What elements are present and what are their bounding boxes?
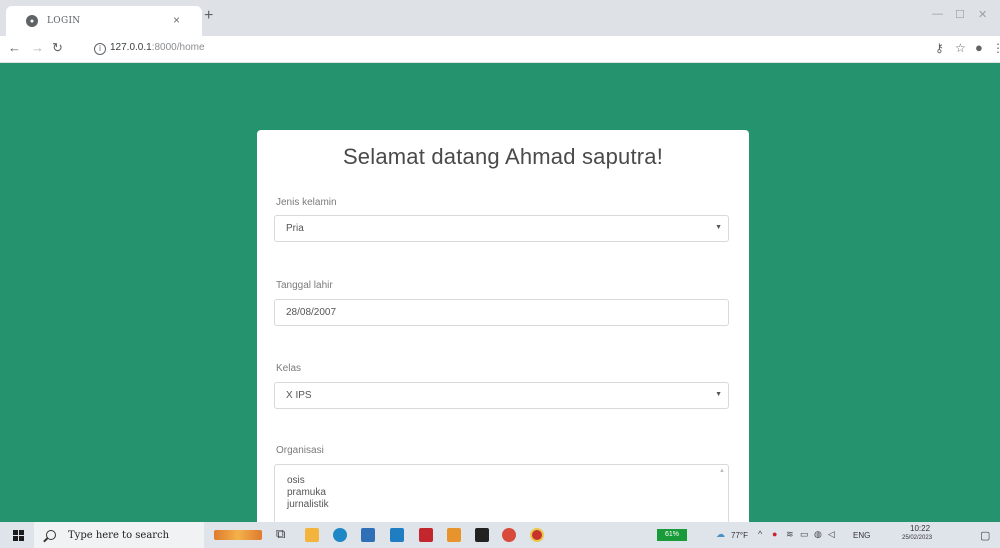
network-icon[interactable]: ≋ <box>786 529 794 540</box>
weather-temp[interactable]: 77°F <box>731 531 748 540</box>
chrome-icon[interactable] <box>502 528 516 542</box>
close-tab-icon[interactable]: × <box>173 13 180 27</box>
cloud-icon: ☁ <box>716 529 725 539</box>
key-icon[interactable]: ⚷ <box>935 41 944 55</box>
birthdate-label: Tanggal lahir <box>276 280 333 291</box>
organization-option[interactable]: pramuka <box>275 487 728 499</box>
url-path: :8000/home <box>151 42 205 53</box>
organization-option[interactable]: osis <box>275 475 728 487</box>
organization-listbox[interactable]: osis pramuka jurnalistik ▲ <box>274 464 729 522</box>
globe-icon: ● <box>26 15 38 27</box>
class-label: Kelas <box>276 363 302 374</box>
class-value: X IPS <box>286 390 312 401</box>
chevron-up-icon[interactable]: ^ <box>758 529 762 539</box>
chevron-down-icon: ▼ <box>715 391 722 398</box>
page-background: Selamat datang Ahmad saputra! Jenis kela… <box>0 63 1000 522</box>
windows-start-icon[interactable] <box>13 530 24 541</box>
new-tab-button[interactable]: + <box>204 8 213 24</box>
minimize-button[interactable]: — <box>932 8 943 20</box>
file-explorer-icon[interactable] <box>305 528 319 542</box>
clock-date[interactable]: 25/02/2023 <box>902 535 932 541</box>
l-app-icon[interactable] <box>390 528 404 542</box>
back-arrow-icon[interactable]: ← <box>8 40 21 56</box>
globe-icon[interactable]: ◍ <box>814 529 822 540</box>
clock-time[interactable]: 10:22 <box>910 524 930 533</box>
info-icon[interactable]: i <box>94 43 106 55</box>
profile-card: Selamat datang Ahmad saputra! Jenis kela… <box>257 130 749 522</box>
address-bar[interactable]: 127.0.0.1:8000/home <box>110 42 205 53</box>
birthdate-input[interactable]: 28/08/2007 <box>274 299 729 326</box>
gender-label: Jenis kelamin <box>276 197 337 208</box>
battery-icon[interactable]: ▭ <box>800 529 809 540</box>
store-icon[interactable] <box>361 528 375 542</box>
task-view-icon[interactable]: ⧉ <box>276 526 285 542</box>
browser-toolbar: ← → ↻ i 127.0.0.1:8000/home ⚷ ☆ ● ⋮ <box>0 36 1000 63</box>
forward-arrow-icon[interactable]: → <box>31 40 44 56</box>
birthdate-value: 28/08/2007 <box>286 307 337 318</box>
battery-indicator: 61% <box>657 529 687 541</box>
language-indicator[interactable]: ENG <box>853 531 870 540</box>
app-icon[interactable] <box>530 528 544 542</box>
windows-taskbar: Type here to search ⧉ 61% ☁ 77°F ^ ● ≋ ▭… <box>0 522 1000 548</box>
volume-icon[interactable]: ◁ <box>828 529 835 540</box>
edge-browser-icon[interactable] <box>333 528 347 542</box>
close-window-button[interactable]: ✕ <box>978 8 987 21</box>
reload-icon[interactable]: ↻ <box>52 40 63 56</box>
scroll-up-icon[interactable]: ▲ <box>719 468 725 474</box>
search-placeholder: Type here to search <box>68 529 170 541</box>
profile-icon[interactable]: ● <box>975 41 983 55</box>
terminal-icon[interactable] <box>475 528 489 542</box>
gender-select[interactable]: Pria ▼ <box>274 215 729 242</box>
search-icon <box>46 530 56 540</box>
security-tray-icon[interactable]: ● <box>772 529 777 539</box>
gender-value: Pria <box>286 223 304 234</box>
maximize-button[interactable]: ☐ <box>955 8 965 21</box>
photos-icon[interactable] <box>447 528 461 542</box>
class-select[interactable]: X IPS ▼ <box>274 382 729 409</box>
url-host: 127.0.0.1 <box>110 42 152 53</box>
page-title: Selamat datang Ahmad saputra! <box>342 144 664 169</box>
notification-icon[interactable]: ▢ <box>980 529 990 542</box>
tab-title: LOGIN <box>47 16 81 26</box>
menu-icon[interactable]: ⋮ <box>992 41 1000 55</box>
decorative-logo-icon <box>214 530 262 540</box>
chevron-down-icon: ▼ <box>715 224 722 231</box>
browser-tab[interactable]: ● LOGIN × <box>6 6 202 36</box>
mcafee-icon[interactable] <box>419 528 433 542</box>
organization-label: Organisasi <box>276 445 324 456</box>
organization-option[interactable]: jurnalistik <box>275 499 728 511</box>
star-icon[interactable]: ☆ <box>955 41 966 55</box>
browser-tab-bar: ● LOGIN × + — ☐ ✕ <box>0 0 1000 36</box>
taskbar-search[interactable]: Type here to search <box>34 522 204 548</box>
